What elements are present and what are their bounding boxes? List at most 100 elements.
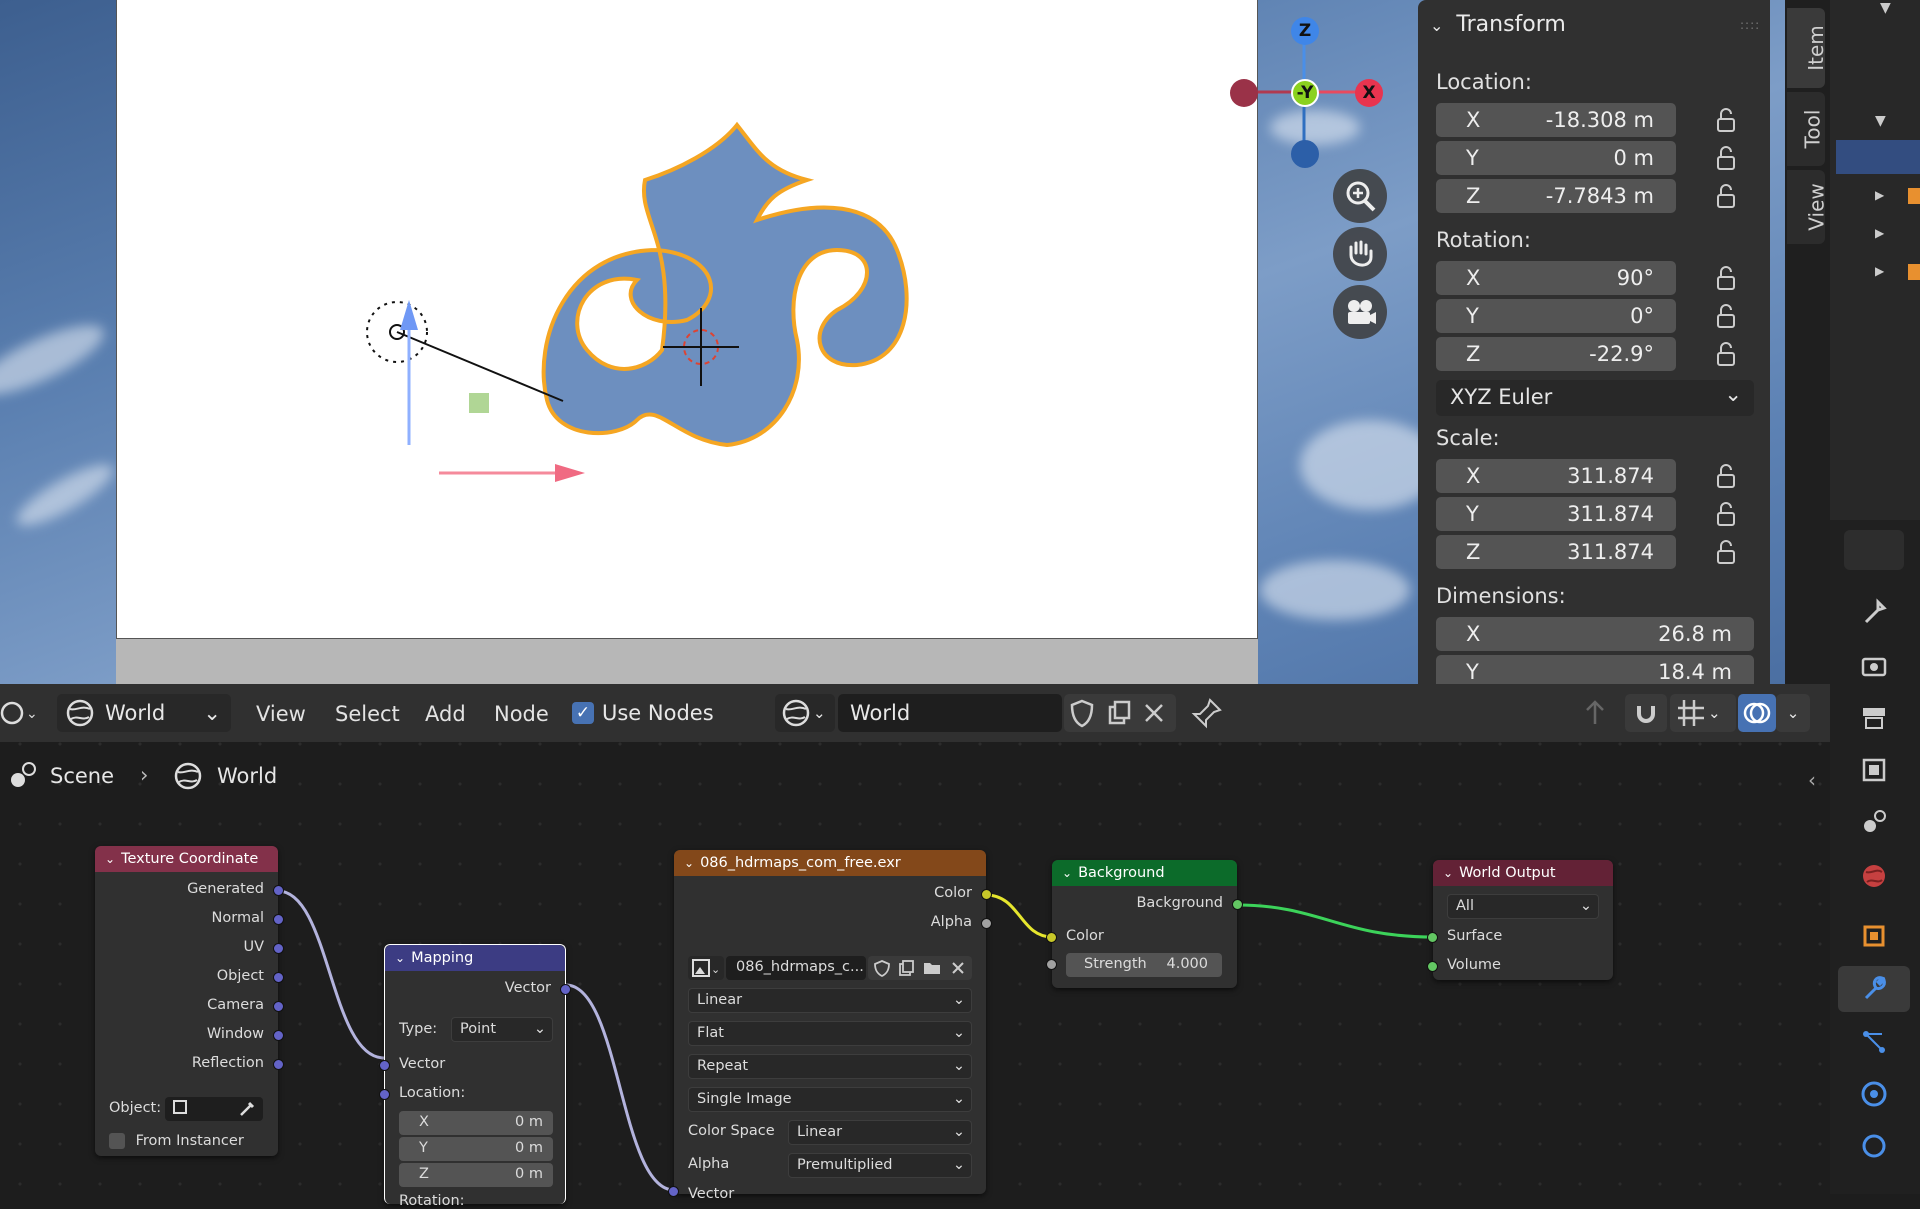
particles-icon[interactable] (1858, 1026, 1890, 1058)
socket-vector-in[interactable] (668, 1186, 679, 1197)
lock-icon[interactable] (1712, 500, 1740, 528)
socket-volume-in[interactable] (1427, 961, 1438, 972)
camera-view-icon[interactable] (1333, 285, 1387, 339)
shader-node-editor[interactable]: ⌄ World ⌄ View Select Add Node ✓ Use Nod… (0, 684, 1830, 1209)
outliner-selected-row[interactable] (1836, 140, 1920, 174)
socket-camera[interactable] (273, 1001, 284, 1012)
projection-dropdown[interactable]: Flat ⌄ (688, 1021, 972, 1046)
socket-strength-in[interactable] (1046, 959, 1057, 970)
tab-view[interactable]: View (1787, 170, 1829, 244)
output-target-dropdown[interactable]: All ⌄ (1447, 894, 1599, 919)
mapping-location-x[interactable]: X0 m (399, 1111, 553, 1135)
location-y-field[interactable]: Y0 m (1436, 141, 1676, 175)
scale-x-field[interactable]: X 311.874 (1436, 459, 1676, 493)
socket-color-in[interactable] (1046, 932, 1057, 943)
scene-icon[interactable] (1858, 806, 1890, 838)
strength-field[interactable]: Strength 4.000 (1066, 953, 1222, 977)
socket-object[interactable] (273, 972, 284, 983)
socket-background-out[interactable] (1232, 899, 1243, 910)
transform-panel-header[interactable]: ⌄ Transform (1430, 12, 1566, 37)
object-picker-field[interactable] (165, 1097, 263, 1121)
socket-color-out[interactable] (981, 889, 992, 900)
alpha-mode-dropdown[interactable]: Premultiplied ⌄ (788, 1153, 972, 1178)
mapping-location-z[interactable]: Z0 m (399, 1163, 553, 1187)
output-icon[interactable] (1858, 702, 1890, 734)
from-instancer-checkbox[interactable]: From Instancer (109, 1133, 244, 1149)
dimensions-y-field[interactable]: Y 18.4 m (1436, 655, 1754, 684)
rotation-z-field[interactable]: Z -22.9° (1436, 337, 1676, 371)
rotation-y-field[interactable]: Y 0° (1436, 299, 1676, 333)
interpolation-dropdown[interactable]: Linear ⌄ (688, 988, 972, 1013)
gizmo-x-axis[interactable]: X (1355, 79, 1383, 107)
outliner[interactable]: ▼ ▼ ▶ ▶ ▶ (1830, 0, 1920, 520)
texture-coordinate-node[interactable]: ⌄ Texture Coordinate Generated Normal UV… (95, 846, 284, 1156)
image-browse-button[interactable]: ⌄ (688, 956, 724, 980)
background-node[interactable]: ⌄ Background Background Color Strength 4… (1046, 860, 1243, 988)
socket-window[interactable] (273, 1030, 284, 1041)
socket-vector-out[interactable] (560, 984, 571, 995)
socket-uv[interactable] (273, 943, 284, 954)
socket-vector-in[interactable] (379, 1060, 390, 1071)
tool-icon[interactable] (1858, 596, 1890, 628)
world-output-node[interactable]: ⌄ World Output All ⌄ Surface Volume (1427, 860, 1613, 980)
lock-icon[interactable] (1712, 106, 1740, 134)
gizmo-z-axis[interactable]: Z (1291, 17, 1319, 45)
source-dropdown[interactable]: Single Image ⌄ (688, 1087, 972, 1112)
node-header[interactable]: ⌄ Texture Coordinate (95, 846, 278, 872)
chevron-down-icon[interactable]: ▼ (1880, 0, 1891, 16)
lock-icon[interactable] (1712, 182, 1740, 210)
mapping-location-y[interactable]: Y0 m (399, 1137, 553, 1161)
socket-surface-in[interactable] (1427, 932, 1438, 943)
editor-type-button[interactable] (1844, 530, 1904, 570)
gizmo-neg-x-axis[interactable] (1230, 79, 1258, 107)
physics-icon[interactable] (1858, 1078, 1890, 1110)
camera-view-area[interactable] (116, 0, 1258, 639)
chevron-right-icon[interactable]: ▶ (1875, 188, 1884, 202)
socket-normal[interactable] (273, 914, 284, 925)
socket-location-in[interactable] (379, 1089, 390, 1100)
tab-item[interactable]: Item (1787, 8, 1828, 88)
unlink-x-icon[interactable] (948, 958, 968, 978)
drag-handle-icon[interactable]: :::: (1740, 18, 1760, 32)
socket-generated[interactable] (273, 885, 284, 896)
gizmo-neg-z-axis[interactable] (1291, 140, 1319, 168)
dimensions-x-field[interactable]: X 26.8 m (1436, 617, 1754, 651)
lock-icon[interactable] (1712, 538, 1740, 566)
node-header[interactable]: ⌄ World Output (1433, 860, 1613, 886)
render-icon[interactable] (1858, 650, 1890, 682)
view-layer-icon[interactable] (1858, 754, 1890, 786)
eyedropper-icon[interactable] (237, 1099, 257, 1119)
duplicate-icon[interactable] (896, 958, 916, 978)
lock-icon[interactable] (1712, 144, 1740, 172)
mapping-type-dropdown[interactable]: Point ⌄ (451, 1017, 553, 1042)
color-space-dropdown[interactable]: Linear ⌄ (788, 1120, 972, 1145)
location-x-field[interactable]: X -18.308 m (1436, 103, 1676, 137)
lock-icon[interactable] (1712, 302, 1740, 330)
rotation-x-field[interactable]: X 90° (1436, 261, 1676, 295)
wrench-icon[interactable] (1858, 972, 1890, 1004)
world-icon[interactable] (1858, 860, 1890, 892)
open-folder-icon[interactable] (922, 958, 942, 978)
zoom-icon[interactable] (1333, 169, 1387, 223)
mapping-node[interactable]: ⌄ Mapping Vector Type: Point ⌄ Vector Lo… (379, 944, 571, 1209)
lock-icon[interactable] (1712, 340, 1740, 368)
gizmo-neg-y-axis[interactable]: -Y (1291, 79, 1319, 107)
lock-icon[interactable] (1712, 462, 1740, 490)
environment-texture-node[interactable]: ⌄ 086_hdrmaps_com_free.exr Color Alpha ⌄… (668, 850, 992, 1202)
image-name-field[interactable]: 086_hdrmaps_c... (726, 956, 866, 980)
chevron-right-icon[interactable]: ▶ (1875, 264, 1884, 278)
node-header[interactable]: ⌄ 086_hdrmaps_com_free.exr (674, 850, 986, 876)
scale-y-field[interactable]: Y 311.874 (1436, 497, 1676, 531)
chevron-right-icon[interactable]: ▶ (1875, 226, 1884, 240)
scale-z-field[interactable]: Z 311.874 (1436, 535, 1676, 569)
node-header[interactable]: ⌄ Background (1052, 860, 1237, 886)
object-properties-icon[interactable] (1858, 920, 1890, 952)
extension-dropdown[interactable]: Repeat ⌄ (688, 1054, 972, 1079)
fake-user-shield-icon[interactable] (872, 958, 892, 978)
node-header[interactable]: ⌄ Mapping (385, 945, 565, 971)
tab-tool[interactable]: Tool (1787, 92, 1825, 166)
rotation-mode-dropdown[interactable]: XYZ Euler ⌄ (1436, 380, 1754, 416)
lock-icon[interactable] (1712, 264, 1740, 292)
constraints-icon[interactable] (1858, 1130, 1890, 1162)
3d-viewport[interactable]: Z -Y X ⌄ Transform :::: Location: X -18.3… (0, 0, 1785, 684)
